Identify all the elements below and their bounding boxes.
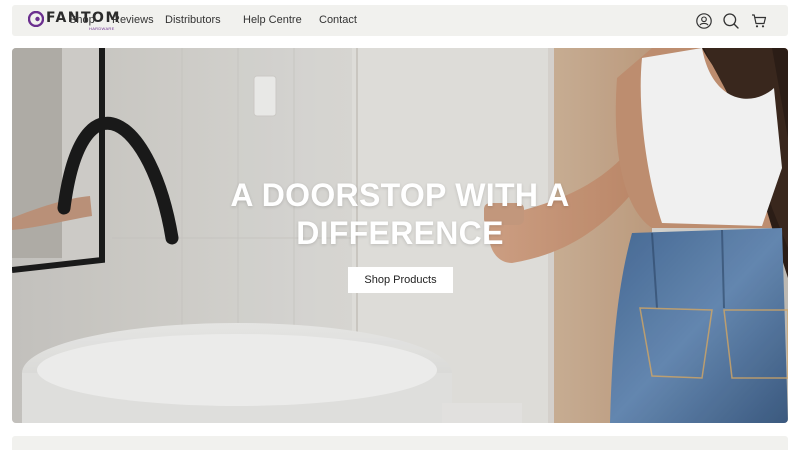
shop-products-button[interactable]: Shop Products: [348, 267, 453, 293]
hero-banner: A DOORSTOP WITH A DIFFERENCE Shop Produc…: [12, 48, 788, 423]
page: FANTOM HARDWARE Shop Reviews Distributor…: [0, 0, 800, 450]
logo-mark-icon: [28, 11, 44, 27]
nav-contact[interactable]: Contact: [319, 14, 357, 26]
next-section-strip: [12, 436, 788, 450]
brand-tagline: HARDWARE: [89, 26, 115, 31]
site-header: FANTOM HARDWARE Shop Reviews Distributor…: [12, 5, 788, 36]
nav-help-centre[interactable]: Help Centre: [243, 14, 302, 26]
nav-reviews[interactable]: Reviews: [112, 14, 154, 26]
search-icon[interactable]: [722, 12, 740, 30]
hero-title: A DOORSTOP WITH A DIFFERENCE: [230, 177, 570, 251]
account-icon[interactable]: [695, 12, 713, 30]
cart-icon[interactable]: [750, 12, 768, 30]
nav-distributors[interactable]: Distributors: [165, 14, 221, 26]
nav-shop[interactable]: Shop: [69, 14, 95, 26]
